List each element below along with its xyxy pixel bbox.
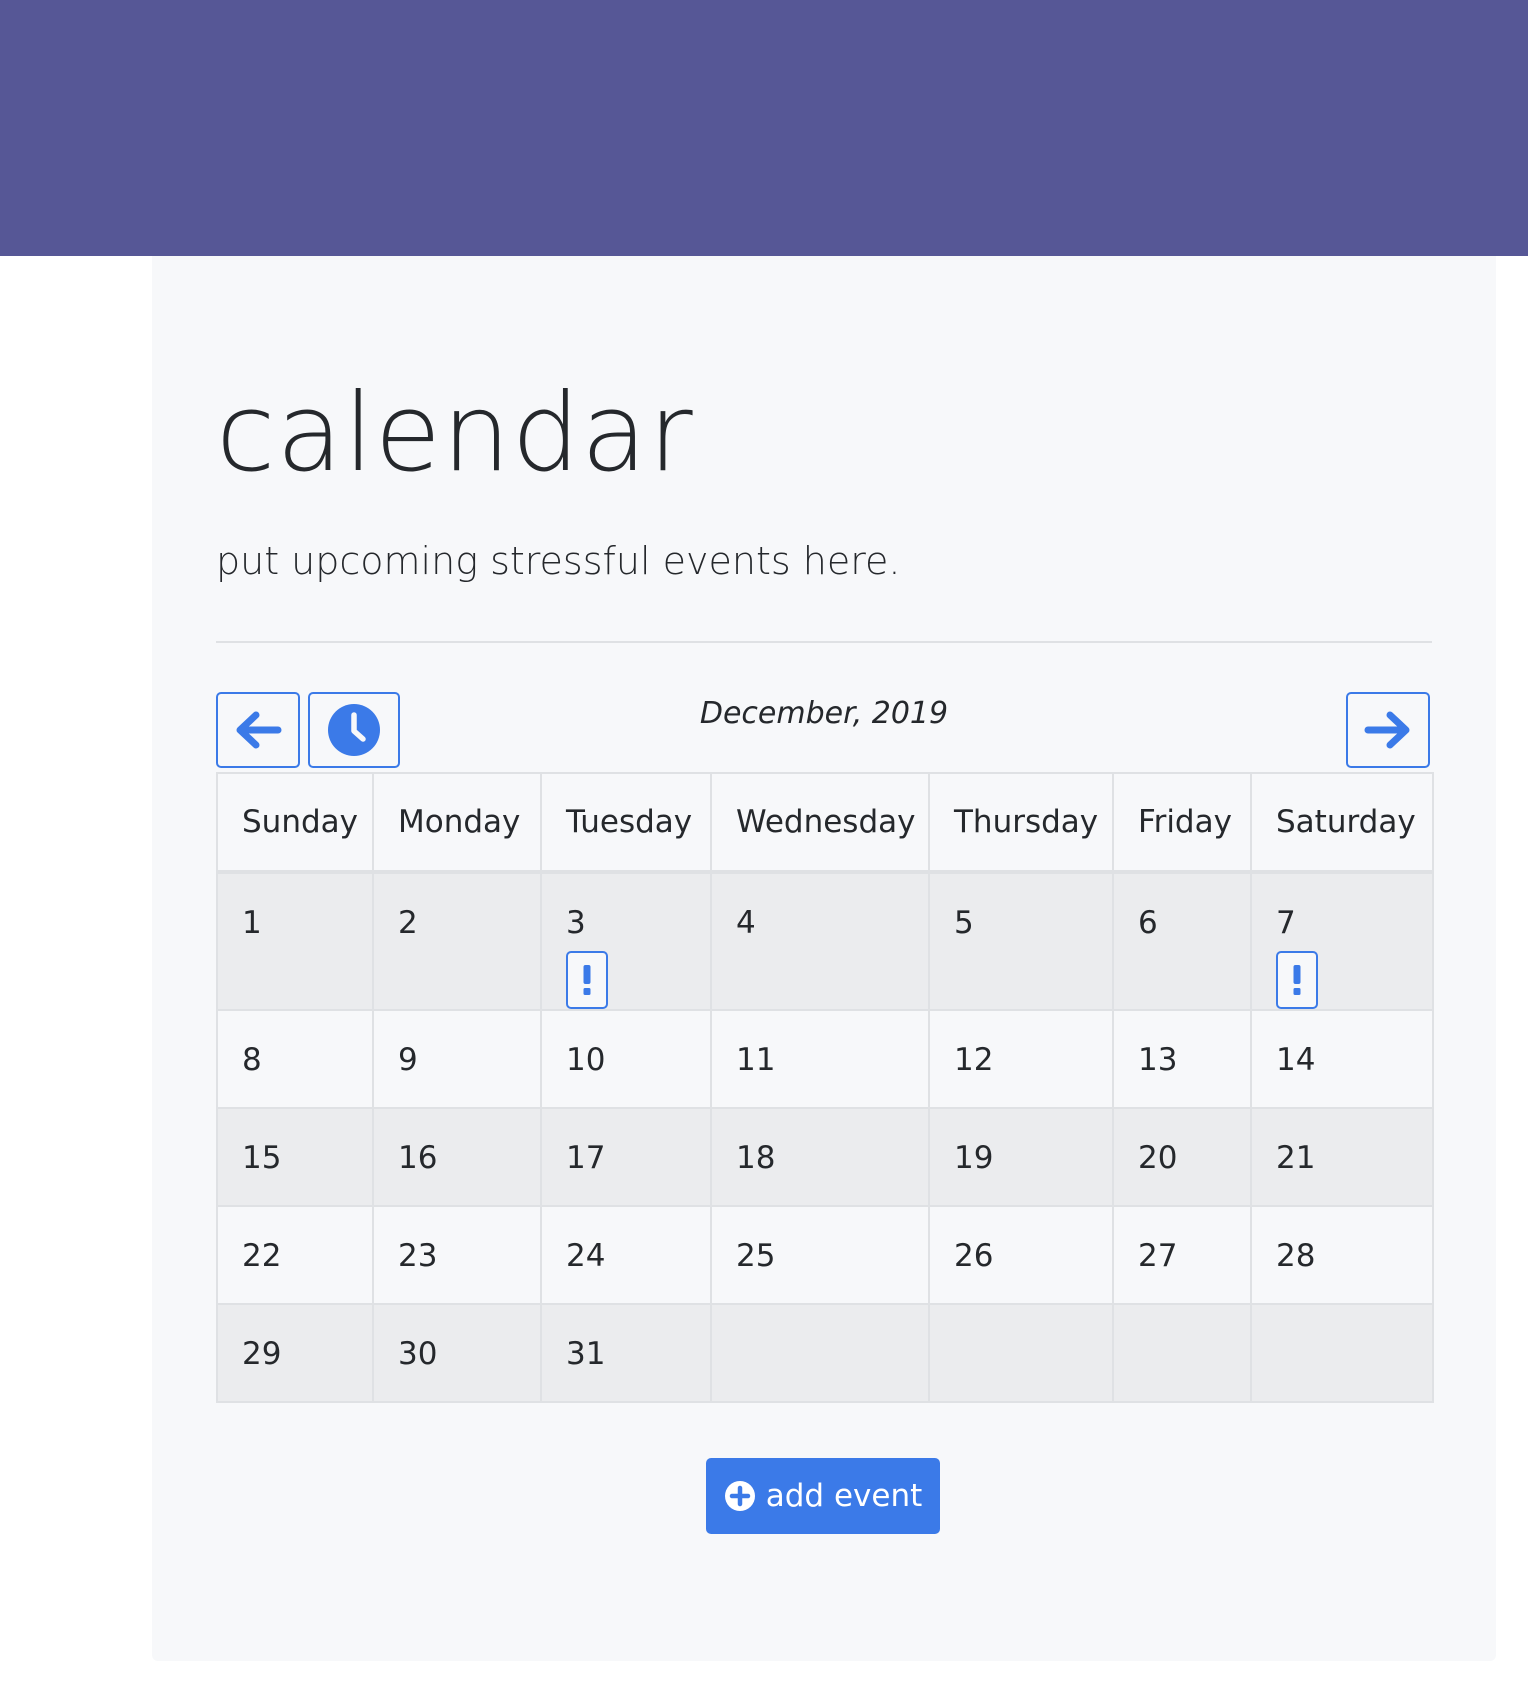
- day-cell[interactable]: 28: [1250, 1205, 1434, 1305]
- day-cell[interactable]: 10: [540, 1009, 712, 1109]
- day-cell[interactable]: 21: [1250, 1107, 1434, 1207]
- day-number: 1: [242, 905, 262, 941]
- day-number: 14: [1276, 1042, 1316, 1078]
- calendar-grid: Sunday Monday Tuesday Wednesday Thursday…: [216, 772, 1434, 1403]
- day-number: 3: [566, 905, 586, 941]
- day-cell[interactable]: 27: [1112, 1205, 1252, 1305]
- day-cell[interactable]: 19: [928, 1107, 1114, 1207]
- day-number: 18: [736, 1140, 776, 1176]
- arrow-right-icon: [1364, 711, 1410, 749]
- weekday-header-row: Sunday Monday Tuesday Wednesday Thursday…: [216, 772, 1434, 874]
- day-cell[interactable]: 20: [1112, 1107, 1252, 1207]
- day-cell[interactable]: 11: [710, 1009, 930, 1109]
- day-number: 20: [1138, 1140, 1178, 1176]
- day-cell[interactable]: 17: [540, 1107, 712, 1207]
- weekday-header: Friday: [1112, 772, 1252, 874]
- day-cell[interactable]: 26: [928, 1205, 1114, 1305]
- empty-day-cell: [1112, 1303, 1252, 1403]
- week-row: 1 2 3 4 5 6 7: [216, 871, 1434, 1011]
- day-number: 24: [566, 1238, 606, 1274]
- empty-day-cell: [710, 1303, 930, 1403]
- weekday-header: Tuesday: [540, 772, 712, 874]
- empty-day-cell: [1250, 1303, 1434, 1403]
- day-cell[interactable]: 24: [540, 1205, 712, 1305]
- day-number: 19: [954, 1140, 994, 1176]
- week-row: 29 30 31: [216, 1303, 1434, 1403]
- day-cell[interactable]: 23: [372, 1205, 542, 1305]
- day-number: 9: [398, 1042, 418, 1078]
- day-cell[interactable]: 31: [540, 1303, 712, 1403]
- day-number: 6: [1138, 905, 1158, 941]
- day-number: 7: [1276, 905, 1296, 941]
- day-number: 30: [398, 1336, 438, 1372]
- day-cell[interactable]: 4: [710, 871, 930, 1011]
- day-number: 25: [736, 1238, 776, 1274]
- week-row: 15 16 17 18 19 20 21: [216, 1107, 1434, 1207]
- day-cell[interactable]: 30: [372, 1303, 542, 1403]
- day-number: 31: [566, 1336, 606, 1372]
- page-subtitle: put upcoming stressful events here.: [216, 539, 901, 583]
- day-number: 17: [566, 1140, 606, 1176]
- day-cell[interactable]: 9: [372, 1009, 542, 1109]
- day-cell[interactable]: 22: [216, 1205, 374, 1305]
- day-number: 15: [242, 1140, 282, 1176]
- plus-circle-icon: [724, 1481, 755, 1511]
- empty-day-cell: [928, 1303, 1114, 1403]
- day-cell[interactable]: 6: [1112, 871, 1252, 1011]
- day-cell[interactable]: 14: [1250, 1009, 1434, 1109]
- day-cell[interactable]: 13: [1112, 1009, 1252, 1109]
- page-title: calendar: [216, 371, 694, 496]
- day-number: 4: [736, 905, 756, 941]
- day-cell[interactable]: 3: [540, 871, 712, 1011]
- day-number: 26: [954, 1238, 994, 1274]
- day-number: 12: [954, 1042, 994, 1078]
- weekday-header: Wednesday: [710, 772, 930, 874]
- calendar-card: calendar put upcoming stressful events h…: [152, 256, 1496, 1661]
- weekday-header: Saturday: [1250, 772, 1434, 874]
- month-label: December, 2019: [699, 696, 949, 731]
- day-number: 27: [1138, 1238, 1178, 1274]
- day-number: 16: [398, 1140, 438, 1176]
- add-event-label: add event: [765, 1478, 923, 1514]
- day-cell[interactable]: 5: [928, 871, 1114, 1011]
- day-cell[interactable]: 7: [1250, 871, 1434, 1011]
- day-cell[interactable]: 8: [216, 1009, 374, 1109]
- day-number: 10: [566, 1042, 606, 1078]
- day-number: 21: [1276, 1140, 1316, 1176]
- day-cell[interactable]: 15: [216, 1107, 374, 1207]
- event-indicator-button[interactable]: [566, 951, 608, 1009]
- next-month-button[interactable]: [1346, 692, 1430, 768]
- event-indicator-button[interactable]: [1276, 951, 1318, 1009]
- weekday-header: Monday: [372, 772, 542, 874]
- week-row: 8 9 10 11 12 13 14: [216, 1009, 1434, 1109]
- day-cell[interactable]: 18: [710, 1107, 930, 1207]
- day-cell[interactable]: 1: [216, 871, 374, 1011]
- day-number: 22: [242, 1238, 282, 1274]
- day-number: 2: [398, 905, 418, 941]
- day-number: 5: [954, 905, 974, 941]
- weekday-header: Thursday: [928, 772, 1114, 874]
- divider: [216, 641, 1432, 643]
- day-cell[interactable]: 29: [216, 1303, 374, 1403]
- day-number: 29: [242, 1336, 282, 1372]
- day-number: 23: [398, 1238, 438, 1274]
- week-row: 22 23 24 25 26 27 28: [216, 1205, 1434, 1305]
- day-cell[interactable]: 25: [710, 1205, 930, 1305]
- add-event-button[interactable]: add event: [706, 1458, 940, 1534]
- header-banner: [0, 0, 1528, 256]
- day-number: 11: [736, 1042, 776, 1078]
- exclamation-icon: [1293, 965, 1301, 995]
- day-number: 28: [1276, 1238, 1316, 1274]
- exclamation-icon: [583, 965, 591, 995]
- weekday-header: Sunday: [216, 772, 374, 874]
- day-cell[interactable]: 12: [928, 1009, 1114, 1109]
- day-cell[interactable]: 2: [372, 871, 542, 1011]
- day-number: 13: [1138, 1042, 1178, 1078]
- day-cell[interactable]: 16: [372, 1107, 542, 1207]
- day-number: 8: [242, 1042, 262, 1078]
